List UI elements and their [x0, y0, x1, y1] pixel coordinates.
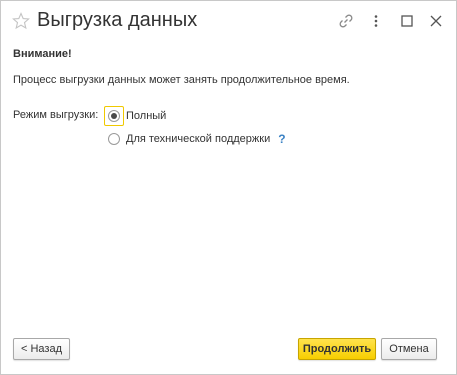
info-text: Процесс выгрузки данных может занять про… — [13, 74, 350, 86]
radio-label-full[interactable]: Полный — [126, 110, 166, 122]
cancel-button[interactable]: Отмена — [381, 338, 437, 360]
radio-label-support[interactable]: Для технической поддержки — [126, 133, 270, 145]
star-icon[interactable] — [12, 12, 30, 30]
export-mode-label: Режим выгрузки: — [13, 109, 99, 121]
close-icon[interactable] — [426, 11, 446, 31]
help-icon[interactable]: ? — [278, 132, 285, 146]
export-dialog: Выгрузка данных Внимание! Процесс выгруз… — [0, 0, 457, 375]
link-icon[interactable] — [336, 11, 356, 31]
maximize-icon[interactable] — [397, 11, 417, 31]
radio-option-full[interactable]: Полный — [104, 106, 166, 126]
more-icon[interactable] — [366, 11, 386, 31]
radio-button-support[interactable] — [108, 133, 120, 145]
back-button[interactable]: < Назад — [13, 338, 70, 360]
radio-focus-frame — [104, 106, 124, 126]
radio-option-support[interactable]: Для технической поддержки ? — [104, 129, 286, 149]
warning-title: Внимание! — [13, 48, 72, 60]
radio-button-full[interactable] — [108, 110, 120, 122]
title-bar: Выгрузка данных — [1, 1, 456, 41]
continue-button[interactable]: Продолжить — [298, 338, 376, 360]
window-title: Выгрузка данных — [37, 9, 198, 31]
